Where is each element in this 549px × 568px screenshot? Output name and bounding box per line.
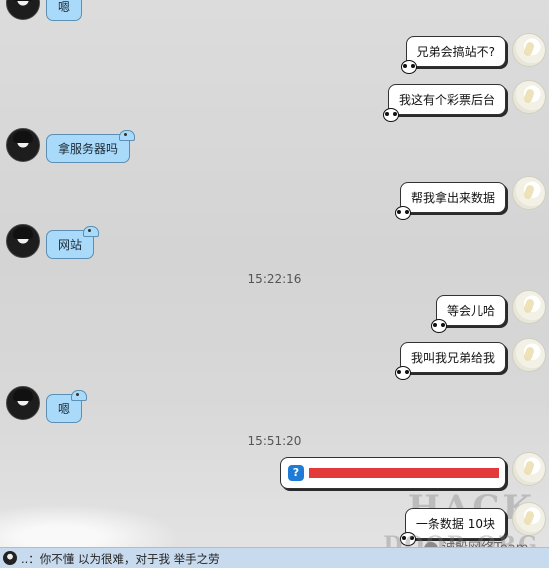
link-message[interactable]: ? (280, 457, 506, 489)
message-text: 拿服务器吗 (58, 142, 119, 156)
contact-avatar[interactable] (6, 224, 40, 258)
message-row: 嗯 (0, 0, 549, 22)
shield-question-icon: ? (288, 465, 304, 481)
contact-avatar[interactable] (6, 128, 40, 162)
status-bar: ..：你不懂 以为很难，对于我 举手之劳 (0, 547, 549, 568)
message-row: 帮我拿出来数据 (0, 176, 549, 220)
incoming-message: 嗯 (46, 390, 88, 423)
self-avatar[interactable] (512, 338, 546, 372)
bubble-ear-icon (71, 390, 88, 401)
timestamp: 15:22:16 (247, 272, 302, 286)
message-text: 等会儿哈 (446, 304, 495, 318)
message-text: 嗯 (58, 0, 71, 14)
status-signature: ..：你不懂 以为很难，对于我 举手之劳 (21, 552, 220, 566)
message-row: 我叫我兄弟给我 (0, 338, 549, 380)
panda-icon (394, 206, 411, 220)
self-avatar[interactable] (512, 290, 546, 324)
chat-window: 嗯 兄弟会搞站不? 我这有个彩票后台 拿服务器吗 帮我拿出来数据 网站 15:2… (0, 0, 549, 558)
outgoing-message: 我这有个彩票后台 (382, 84, 506, 122)
self-avatar[interactable] (512, 452, 546, 486)
panda-icon (430, 319, 447, 333)
bubble-ear-icon (119, 130, 136, 141)
self-avatar[interactable] (512, 80, 546, 114)
status-avatar[interactable] (3, 551, 17, 565)
message-row: 拿服务器吗 (0, 128, 549, 164)
self-avatar[interactable] (512, 176, 546, 210)
message-text: 帮我拿出来数据 (410, 191, 495, 205)
bubble-ear-icon (83, 226, 100, 237)
message-text: 我叫我兄弟给我 (410, 351, 495, 365)
panda-icon (382, 108, 399, 122)
contact-avatar[interactable] (6, 386, 40, 420)
timestamp: 15:51:20 (247, 434, 302, 448)
message-row: 兄弟会搞站不? (0, 33, 549, 74)
message-row: 等会儿哈 (0, 290, 549, 333)
panda-icon (394, 366, 411, 380)
self-avatar[interactable] (512, 502, 546, 536)
message-row: 我这有个彩票后台 (0, 80, 549, 122)
outgoing-message: 帮我拿出来数据 (394, 182, 506, 220)
message-text: 一条数据 10块 (415, 517, 495, 531)
outgoing-message: 等会儿哈 (430, 295, 506, 333)
message-text: 网站 (58, 238, 83, 252)
incoming-message: 网站 (46, 226, 100, 259)
redacted-url (309, 468, 499, 478)
incoming-message: 嗯 (46, 0, 83, 21)
message-row: ? (0, 452, 549, 492)
message-text: 我这有个彩票后台 (398, 93, 495, 107)
outgoing-message: 我叫我兄弟给我 (394, 342, 506, 380)
contact-avatar[interactable] (6, 0, 40, 20)
message-text: 嗯 (58, 402, 71, 416)
panda-icon (400, 60, 417, 74)
outgoing-message: 兄弟会搞站不? (400, 36, 506, 74)
self-avatar[interactable] (512, 33, 546, 67)
message-row: 网站 (0, 224, 549, 260)
message-text: 兄弟会搞站不? (416, 45, 495, 59)
incoming-message: 拿服务器吗 (46, 130, 136, 163)
message-row: 嗯 (0, 386, 549, 423)
